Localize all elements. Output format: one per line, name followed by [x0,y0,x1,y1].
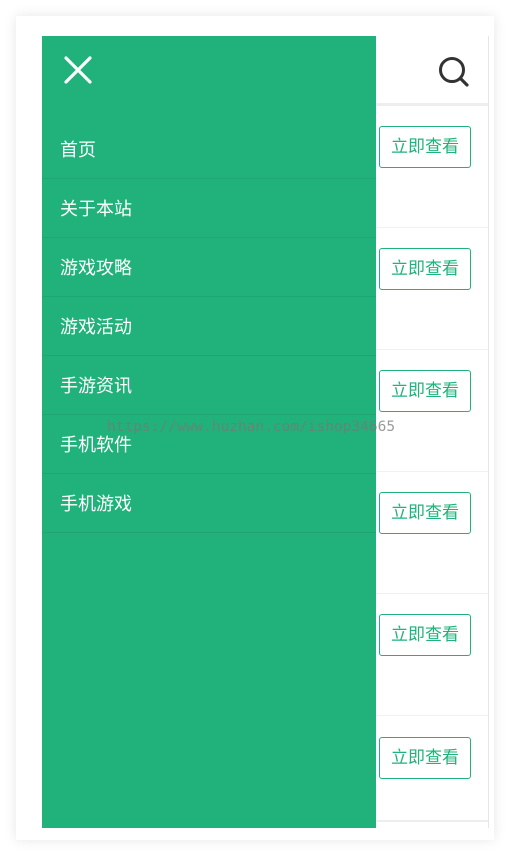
menu-item-game-guides[interactable]: 游戏攻略 [42,238,376,297]
menu-item-home[interactable]: 首页 [42,120,376,179]
close-icon[interactable] [62,54,94,86]
menu-item-about[interactable]: 关于本站 [42,179,376,238]
search-icon[interactable] [436,54,472,90]
menu-item-mobile-games[interactable]: 手机游戏 [42,474,376,533]
view-now-button[interactable]: 立即查看 [379,492,471,534]
view-now-button[interactable]: 立即查看 [379,248,471,290]
view-now-button[interactable]: 立即查看 [379,126,471,168]
menu-item-game-events[interactable]: 游戏活动 [42,297,376,356]
view-now-button[interactable]: 立即查看 [379,737,471,779]
view-now-button[interactable]: 立即查看 [379,370,471,412]
view-now-button[interactable]: 立即查看 [379,614,471,656]
menu-item-mobile-game-news[interactable]: 手游资讯 [42,356,376,415]
watermark-text: https://www.huzhan.com/ishop34665 [107,419,396,435]
drawer-menu: 首页 关于本站 游戏攻略 游戏活动 手游资讯 手机软件 手机游戏 [42,120,376,533]
